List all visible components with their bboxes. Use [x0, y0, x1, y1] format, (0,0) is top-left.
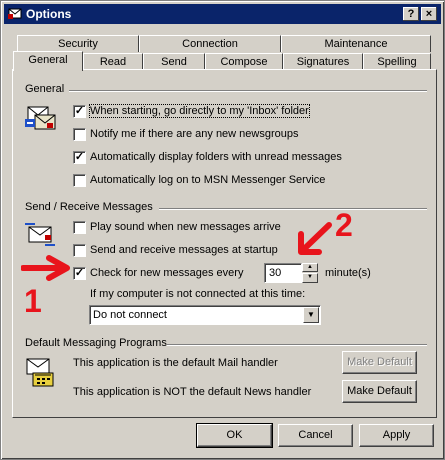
red-arrow-down-left-icon: [298, 222, 332, 255]
notify-newsgroups-label[interactable]: Notify me if there are any new newsgroup…: [90, 128, 299, 140]
cancel-button[interactable]: Cancel: [278, 424, 353, 447]
msn-messenger-logon-checkbox[interactable]: [73, 174, 86, 187]
apply-button[interactable]: Apply: [359, 424, 434, 447]
make-default-mail-button[interactable]: Make Default: [342, 351, 417, 374]
go-to-inbox-checkbox[interactable]: ✓: [73, 105, 86, 118]
check-interval-input[interactable]: 30: [264, 263, 302, 283]
options-window-icon: [8, 8, 22, 19]
go-to-inbox-label[interactable]: When starting, go directly to my 'Inbox'…: [89, 104, 310, 118]
interval-down-button[interactable]: ▼: [302, 273, 318, 283]
not-connected-dropdown[interactable]: Do not connect: [89, 305, 321, 325]
general-envelopes-icon: [25, 106, 56, 130]
tab-compose[interactable]: Compose: [205, 53, 283, 70]
display-unread-folders-label[interactable]: Automatically display folders with unrea…: [90, 151, 342, 163]
not-connected-selected-value: Do not connect: [93, 309, 167, 321]
news-handler-status: This application is NOT the default News…: [73, 386, 312, 398]
help-button[interactable]: ?: [403, 7, 419, 21]
options-dialog: Options ? × Security Connection Maintena…: [0, 0, 445, 460]
send-receive-startup-label[interactable]: Send and receive messages at startup: [90, 244, 278, 256]
tab-connection[interactable]: Connection: [139, 35, 281, 52]
mail-handler-status: This application is the default Mail han…: [73, 357, 278, 369]
title-bar[interactable]: Options ? ×: [4, 4, 441, 24]
window-title: Options: [26, 7, 72, 21]
interval-up-button[interactable]: ▲: [302, 263, 318, 272]
red-arrow-right-icon: [21, 255, 70, 281]
tab-spelling[interactable]: Spelling: [363, 53, 431, 70]
play-sound-label[interactable]: Play sound when new messages arrive: [90, 221, 281, 233]
display-unread-folders-checkbox[interactable]: ✓: [73, 151, 86, 164]
general-group-heading: General: [25, 83, 65, 95]
tab-general[interactable]: General: [13, 51, 83, 71]
default-programs-group-heading: Default Messaging Programs: [25, 337, 167, 349]
check-new-messages-label[interactable]: Check for new messages every: [90, 267, 243, 279]
send-receive-startup-checkbox[interactable]: [73, 244, 86, 257]
send-receive-group-heading: Send / Receive Messages: [25, 201, 153, 213]
chevron-down-icon[interactable]: ▼: [303, 307, 319, 323]
tab-send[interactable]: Send: [143, 53, 205, 70]
check-new-messages-checkbox[interactable]: ✓: [73, 267, 86, 280]
make-default-news-button[interactable]: Make Default: [342, 380, 417, 403]
not-connected-label: If my computer is not connected at this …: [90, 288, 306, 300]
send-receive-envelope-icon: [25, 223, 55, 246]
annotation-number-1: 1: [24, 283, 42, 319]
tab-security[interactable]: Security: [17, 35, 139, 52]
tab-read[interactable]: Read: [83, 53, 143, 70]
msn-messenger-logon-label[interactable]: Automatically log on to MSN Messenger Se…: [90, 174, 325, 186]
interval-unit-label: minute(s): [325, 267, 371, 279]
send-receive-separator: [159, 208, 427, 210]
play-sound-checkbox[interactable]: [73, 221, 86, 234]
default-programs-separator: [167, 344, 427, 346]
envelope-telephone-icon: [26, 358, 54, 387]
tab-maintenance[interactable]: Maintenance: [281, 35, 431, 52]
close-button[interactable]: ×: [421, 7, 437, 21]
annotation-number-2: 2: [335, 207, 353, 243]
ok-button[interactable]: OK: [196, 423, 273, 448]
tab-signatures[interactable]: Signatures: [283, 53, 363, 70]
notify-newsgroups-checkbox[interactable]: [73, 128, 86, 141]
general-separator: [69, 90, 427, 92]
